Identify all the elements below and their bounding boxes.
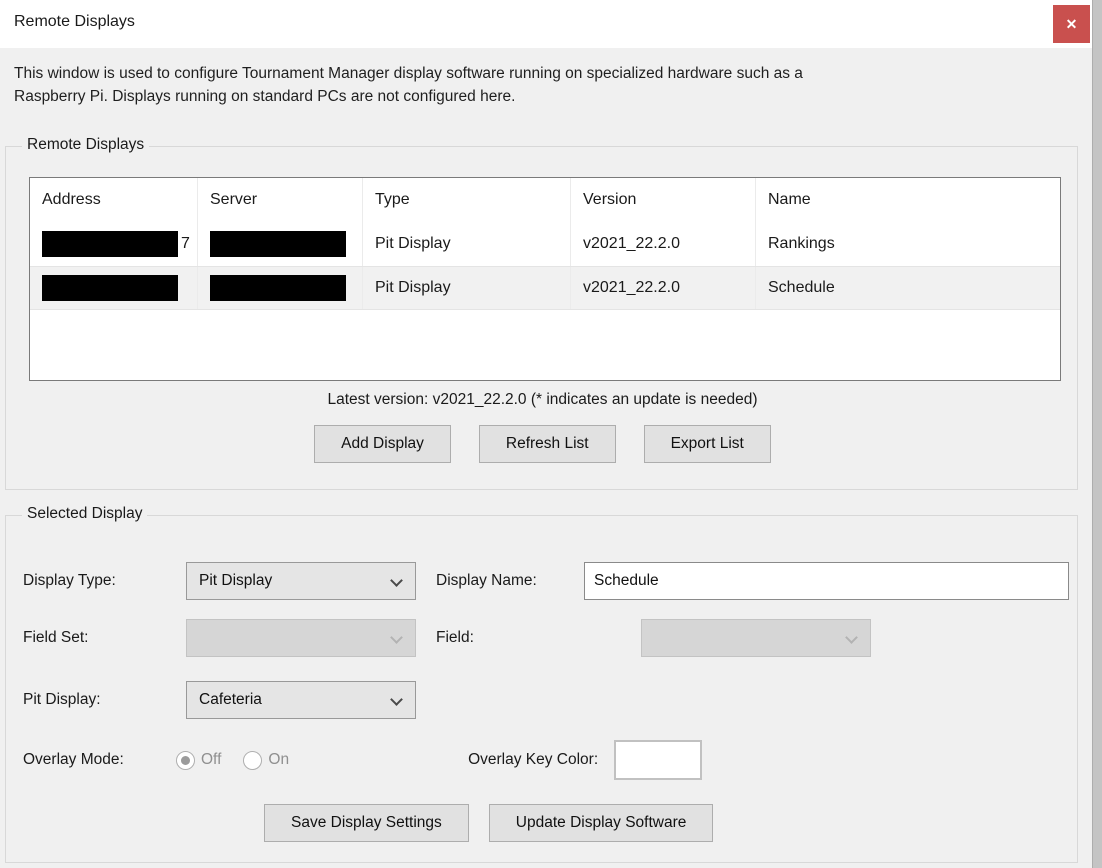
overlay-key-color-box xyxy=(614,740,702,780)
cell-version: v2021_22.2.0 xyxy=(570,267,755,309)
column-header-version[interactable]: Version xyxy=(570,178,755,222)
table-header-row: Address Server Type Version Name xyxy=(30,178,1060,222)
cell-address xyxy=(30,267,197,309)
column-header-server[interactable]: Server xyxy=(197,178,362,222)
description-line-1: This window is used to configure Tournam… xyxy=(14,62,1074,85)
field-set-label: Field Set: xyxy=(23,629,186,647)
remote-displays-buttons: Add Display Refresh List Export List xyxy=(6,425,1079,463)
column-header-type[interactable]: Type xyxy=(362,178,570,222)
field-set-dropdown xyxy=(186,619,416,657)
radio-off-icon xyxy=(176,751,195,770)
window-title: Remote Displays xyxy=(14,13,135,31)
display-type-row: Display Type: Pit Display Display Name: xyxy=(23,561,1069,601)
add-display-button[interactable]: Add Display xyxy=(314,425,451,463)
refresh-list-button[interactable]: Refresh List xyxy=(479,425,616,463)
overlay-on-label: On xyxy=(268,751,289,769)
chevron-down-icon xyxy=(845,631,858,644)
display-type-dropdown[interactable]: Pit Display xyxy=(186,562,416,600)
remote-displays-dialog: Remote Displays ✕ This window is used to… xyxy=(0,0,1102,868)
close-icon: ✕ xyxy=(1066,16,1078,33)
description-line-2: Raspberry Pi. Displays running on standa… xyxy=(14,85,1074,108)
remote-displays-group: Remote Displays Address Server Type Vers… xyxy=(5,146,1078,490)
export-list-button[interactable]: Export List xyxy=(644,425,771,463)
overlay-on-option: On xyxy=(243,751,289,770)
cell-type: Pit Display xyxy=(362,222,570,266)
selected-display-buttons: Save Display Settings Update Display Sof… xyxy=(23,802,1069,844)
address-visible-suffix: 7 xyxy=(181,235,190,253)
display-name-label: Display Name: xyxy=(436,572,584,590)
overlay-off-label: Off xyxy=(201,751,221,769)
display-type-value: Pit Display xyxy=(199,572,272,590)
overlay-mode-label: Overlay Mode: xyxy=(23,751,176,769)
chevron-down-icon xyxy=(390,631,403,644)
table-row[interactable]: 7 Pit Display v2021_22.2.0 Rankings xyxy=(30,222,1060,266)
close-button[interactable]: ✕ xyxy=(1053,5,1090,43)
cell-name: Schedule xyxy=(755,267,1060,309)
remote-displays-group-label: Remote Displays xyxy=(22,136,149,154)
display-name-input[interactable] xyxy=(584,562,1069,600)
overlay-key-color-label: Overlay Key Color: xyxy=(468,751,598,769)
pit-display-label: Pit Display: xyxy=(23,691,186,709)
selected-display-group: Selected Display Display Type: Pit Displ… xyxy=(5,515,1078,863)
redaction-bar xyxy=(42,275,178,301)
radio-on-icon xyxy=(243,751,262,770)
update-display-software-button[interactable]: Update Display Software xyxy=(489,804,714,842)
pit-display-value: Cafeteria xyxy=(199,691,262,709)
overlay-mode-row: Overlay Mode: Off On Overlay Key Color: xyxy=(23,738,1069,782)
chevron-down-icon xyxy=(390,574,403,587)
description-text: This window is used to configure Tournam… xyxy=(14,62,1074,108)
save-display-settings-button[interactable]: Save Display Settings xyxy=(264,804,469,842)
right-edge-strip xyxy=(1092,0,1102,868)
latest-version-note: Latest version: v2021_22.2.0 (* indicate… xyxy=(6,391,1079,409)
field-dropdown xyxy=(641,619,871,657)
cell-type: Pit Display xyxy=(362,267,570,309)
redaction-bar xyxy=(210,231,346,257)
displays-table: Address Server Type Version Name 7 Pit D… xyxy=(29,177,1061,381)
overlay-off-option: Off xyxy=(176,751,221,770)
cell-version: v2021_22.2.0 xyxy=(570,222,755,266)
display-type-label: Display Type: xyxy=(23,572,186,590)
field-label: Field: xyxy=(436,629,641,647)
column-header-name[interactable]: Name xyxy=(755,178,1060,222)
cell-server xyxy=(197,222,362,266)
pit-display-row: Pit Display: Cafeteria xyxy=(23,680,1069,720)
selected-display-group-label: Selected Display xyxy=(22,505,147,523)
cell-address: 7 xyxy=(30,222,197,266)
title-bar: Remote Displays ✕ xyxy=(0,0,1102,48)
column-header-address[interactable]: Address xyxy=(30,178,197,222)
field-set-row: Field Set: Field: xyxy=(23,618,1069,658)
pit-display-dropdown[interactable]: Cafeteria xyxy=(186,681,416,719)
redaction-bar xyxy=(210,275,346,301)
chevron-down-icon xyxy=(390,693,403,706)
redaction-bar xyxy=(42,231,178,257)
table-row-selected[interactable]: Pit Display v2021_22.2.0 Schedule xyxy=(30,266,1060,310)
cell-server xyxy=(197,267,362,309)
cell-name: Rankings xyxy=(755,222,1060,266)
